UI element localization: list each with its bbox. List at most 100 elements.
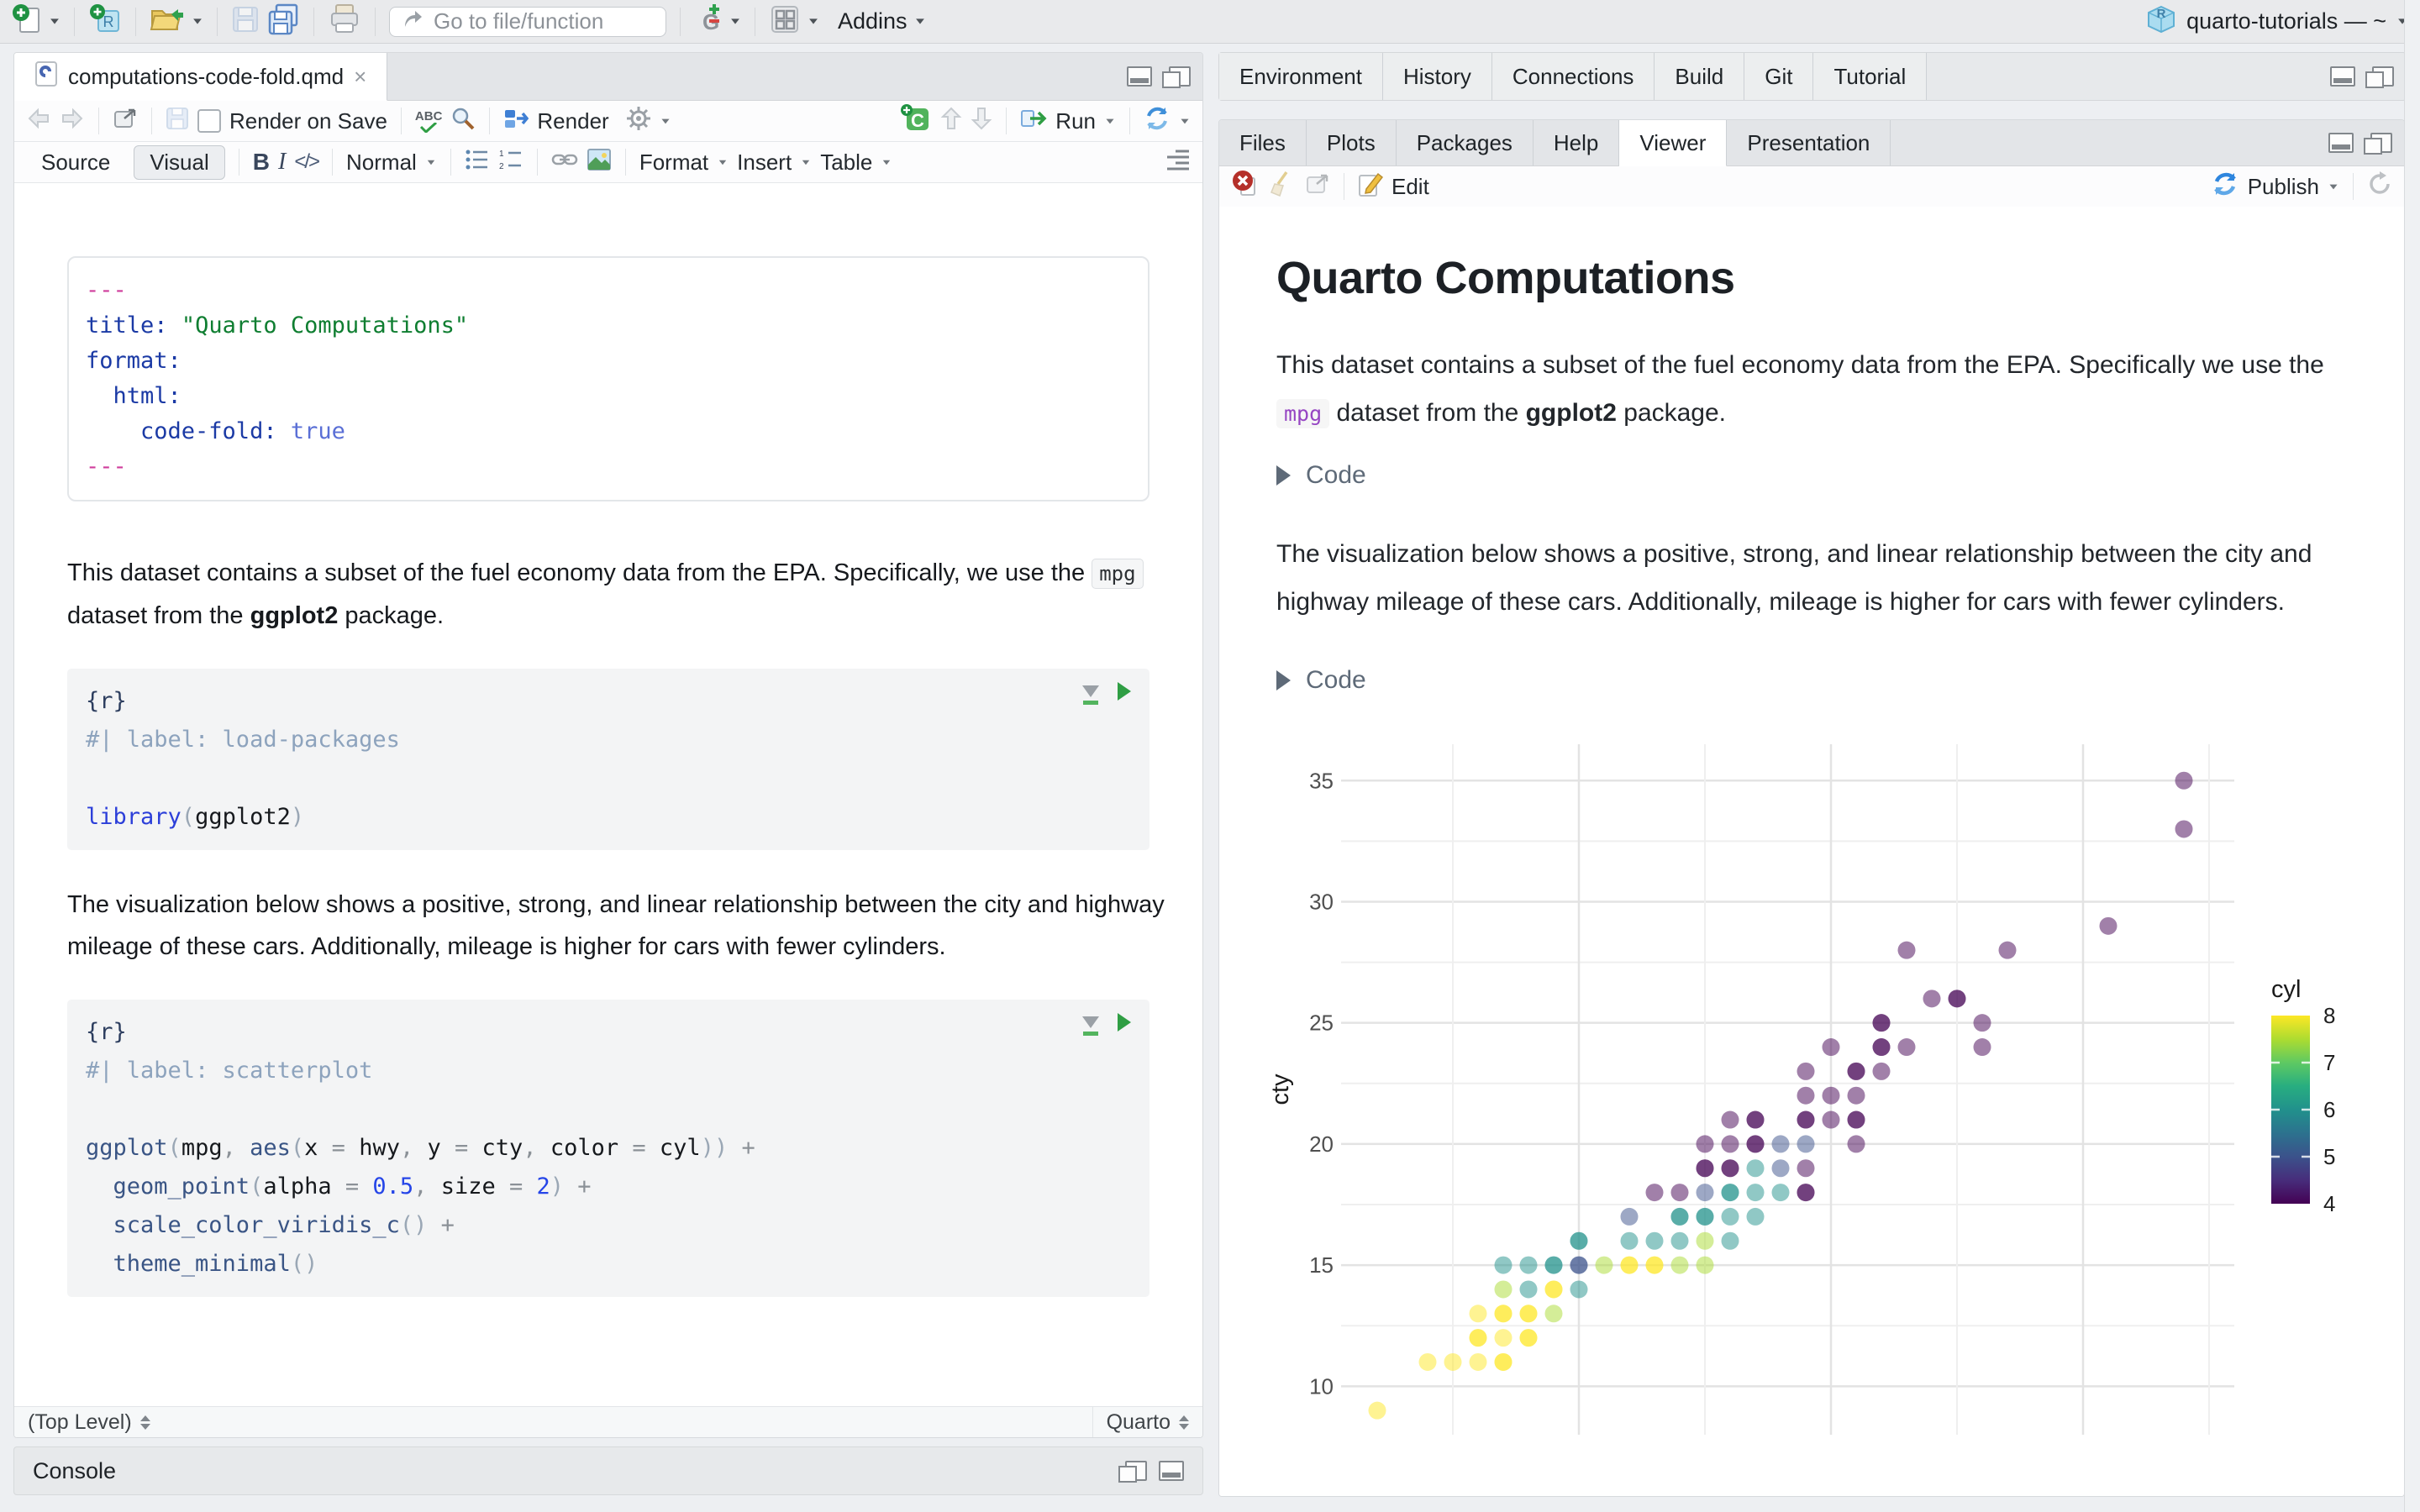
edit-button[interactable]: Edit [1392, 174, 1429, 200]
sort-icon [1179, 1415, 1189, 1430]
run-above-icon[interactable] [1082, 685, 1099, 705]
save-icon[interactable] [166, 107, 189, 136]
panes-menu-icon[interactable] [809, 18, 818, 24]
maximize-icon[interactable] [2365, 66, 2394, 88]
tab-history[interactable]: History [1382, 53, 1492, 100]
italic-icon[interactable]: I [278, 149, 286, 176]
tab-environment[interactable]: Environment [1219, 53, 1383, 100]
open-recent-icon[interactable] [193, 18, 202, 24]
tab-connections[interactable]: Connections [1491, 53, 1655, 100]
source-mode-button[interactable]: Source [26, 146, 125, 179]
rerun-icon[interactable] [1144, 105, 1171, 138]
open-folder-icon[interactable] [150, 4, 185, 39]
editor-paragraph-2[interactable]: The visualization below shows a positive… [67, 884, 1185, 968]
settings-gear-icon[interactable] [626, 106, 651, 137]
visual-mode-button[interactable]: Visual [134, 144, 225, 180]
tab-files[interactable]: Files [1219, 120, 1307, 165]
source-editor-pane: computations-code-fold.qmd × Render on S… [13, 52, 1203, 1438]
minimize-icon[interactable] [2328, 133, 2354, 153]
console-pane[interactable]: Console [13, 1446, 1203, 1495]
run-button[interactable]: Run [1055, 108, 1096, 134]
code-chunk-scatterplot[interactable]: {r} #| label: scatterplot ggplot(mpg, aes… [67, 1000, 1150, 1297]
search-icon[interactable] [450, 106, 476, 137]
maximize-icon[interactable] [1118, 1461, 1147, 1483]
svg-text:1: 1 [499, 150, 504, 159]
run-above-icon[interactable] [1082, 1016, 1099, 1036]
yaml-front-matter[interactable]: --- title: "Quarto Computations" format: h… [67, 256, 1150, 501]
version-control-icon[interactable]: G [694, 3, 723, 40]
svg-text:cyl: cyl [2271, 976, 2301, 1003]
new-project-icon[interactable]: R [88, 3, 122, 40]
publish-caret-icon[interactable] [2329, 184, 2338, 189]
new-file-icon[interactable] [12, 3, 42, 39]
run-menu-caret-icon[interactable] [1106, 118, 1114, 123]
back-icon[interactable] [26, 108, 51, 135]
tab-presentation[interactable]: Presentation [1727, 120, 1891, 165]
render-button[interactable]: Render [537, 108, 608, 134]
project-menu[interactable]: R quarto-tutorials — ~ [2146, 4, 2408, 39]
divider [74, 7, 75, 36]
outline-icon[interactable] [1165, 149, 1191, 176]
divider [375, 7, 376, 36]
bold-icon[interactable]: B [253, 149, 270, 176]
popout-icon[interactable] [113, 107, 138, 136]
sort-icon [139, 1415, 150, 1430]
tab-help[interactable]: Help [1534, 120, 1620, 165]
insert-menu[interactable]: Insert [737, 150, 812, 176]
run-chunk-icon[interactable] [1118, 682, 1131, 701]
code-fold-2[interactable]: Code [1276, 666, 2404, 695]
popout-icon[interactable] [1305, 172, 1330, 202]
tab-tutorial[interactable]: Tutorial [1813, 53, 1928, 100]
render-options-caret-icon[interactable] [661, 118, 670, 123]
tab-build[interactable]: Build [1655, 53, 1745, 100]
bullet-list-icon[interactable] [465, 149, 490, 176]
numbered-list-icon[interactable]: 12 [498, 149, 523, 176]
editor-tab[interactable]: computations-code-fold.qmd × [14, 53, 388, 101]
restore-icon[interactable] [1159, 1461, 1184, 1481]
tab-packages[interactable]: Packages [1397, 120, 1534, 165]
version-control-menu-icon[interactable] [731, 18, 739, 24]
tab-git[interactable]: Git [1744, 53, 1814, 100]
publish-button[interactable]: Publish [2248, 174, 2319, 200]
table-menu[interactable]: Table [820, 150, 892, 176]
viewer-scrollbar-gutter[interactable] [2404, 0, 2420, 1512]
print-icon[interactable] [328, 3, 361, 39]
editor-paragraph-1[interactable]: This dataset contains a subset of the fu… [67, 552, 1185, 637]
rerun-menu-caret-icon[interactable] [1181, 118, 1189, 123]
insert-chunk-icon[interactable]: C [900, 103, 932, 139]
workspace-panes-icon[interactable] [769, 3, 801, 39]
inline-code-icon[interactable]: </> [294, 150, 320, 174]
run-chunk-icon[interactable] [1118, 1013, 1131, 1032]
rendered-document[interactable]: Quarto Computations This dataset contain… [1219, 207, 2404, 1496]
format-menu[interactable]: Format [639, 150, 729, 176]
new-file-menu-icon[interactable] [50, 18, 59, 24]
tab-plots[interactable]: Plots [1307, 120, 1397, 165]
maximize-icon[interactable] [1162, 66, 1191, 88]
svg-text:35: 35 [1309, 768, 1334, 793]
spellcheck-icon[interactable]: ABC [415, 110, 442, 133]
file-type-select[interactable]: Quarto [1092, 1407, 1202, 1437]
minimize-icon[interactable] [1127, 66, 1152, 87]
paragraph-style-select[interactable]: Normal [346, 150, 437, 176]
save-all-icon[interactable] [266, 3, 300, 39]
clear-icon[interactable] [1270, 171, 1297, 203]
stop-icon[interactable] [1231, 170, 1261, 204]
close-icon[interactable]: × [354, 64, 366, 90]
addins-button[interactable]: Addins [838, 8, 908, 34]
image-icon[interactable] [587, 148, 612, 177]
minimize-icon[interactable] [2330, 66, 2355, 87]
forward-icon[interactable] [60, 108, 85, 135]
code-chunk-load-packages[interactable]: {r} #| label: load-packages library(ggplo… [67, 669, 1150, 850]
tab-viewer[interactable]: Viewer [1619, 120, 1728, 166]
render-on-save-checkbox[interactable] [197, 109, 221, 133]
maximize-icon[interactable] [2364, 133, 2392, 155]
link-icon[interactable] [551, 149, 578, 176]
visual-editor-content[interactable]: --- title: "Quarto Computations" format: h… [14, 228, 1202, 1407]
code-fold-1[interactable]: Code [1276, 461, 2404, 490]
down-icon[interactable] [971, 106, 992, 137]
save-icon[interactable] [231, 5, 260, 38]
outline-scope-select[interactable]: (Top Level) [14, 1410, 1092, 1435]
up-icon[interactable] [940, 106, 962, 137]
refresh-icon[interactable] [2367, 171, 2392, 202]
goto-file-input[interactable]: Go to file/function [389, 6, 666, 37]
